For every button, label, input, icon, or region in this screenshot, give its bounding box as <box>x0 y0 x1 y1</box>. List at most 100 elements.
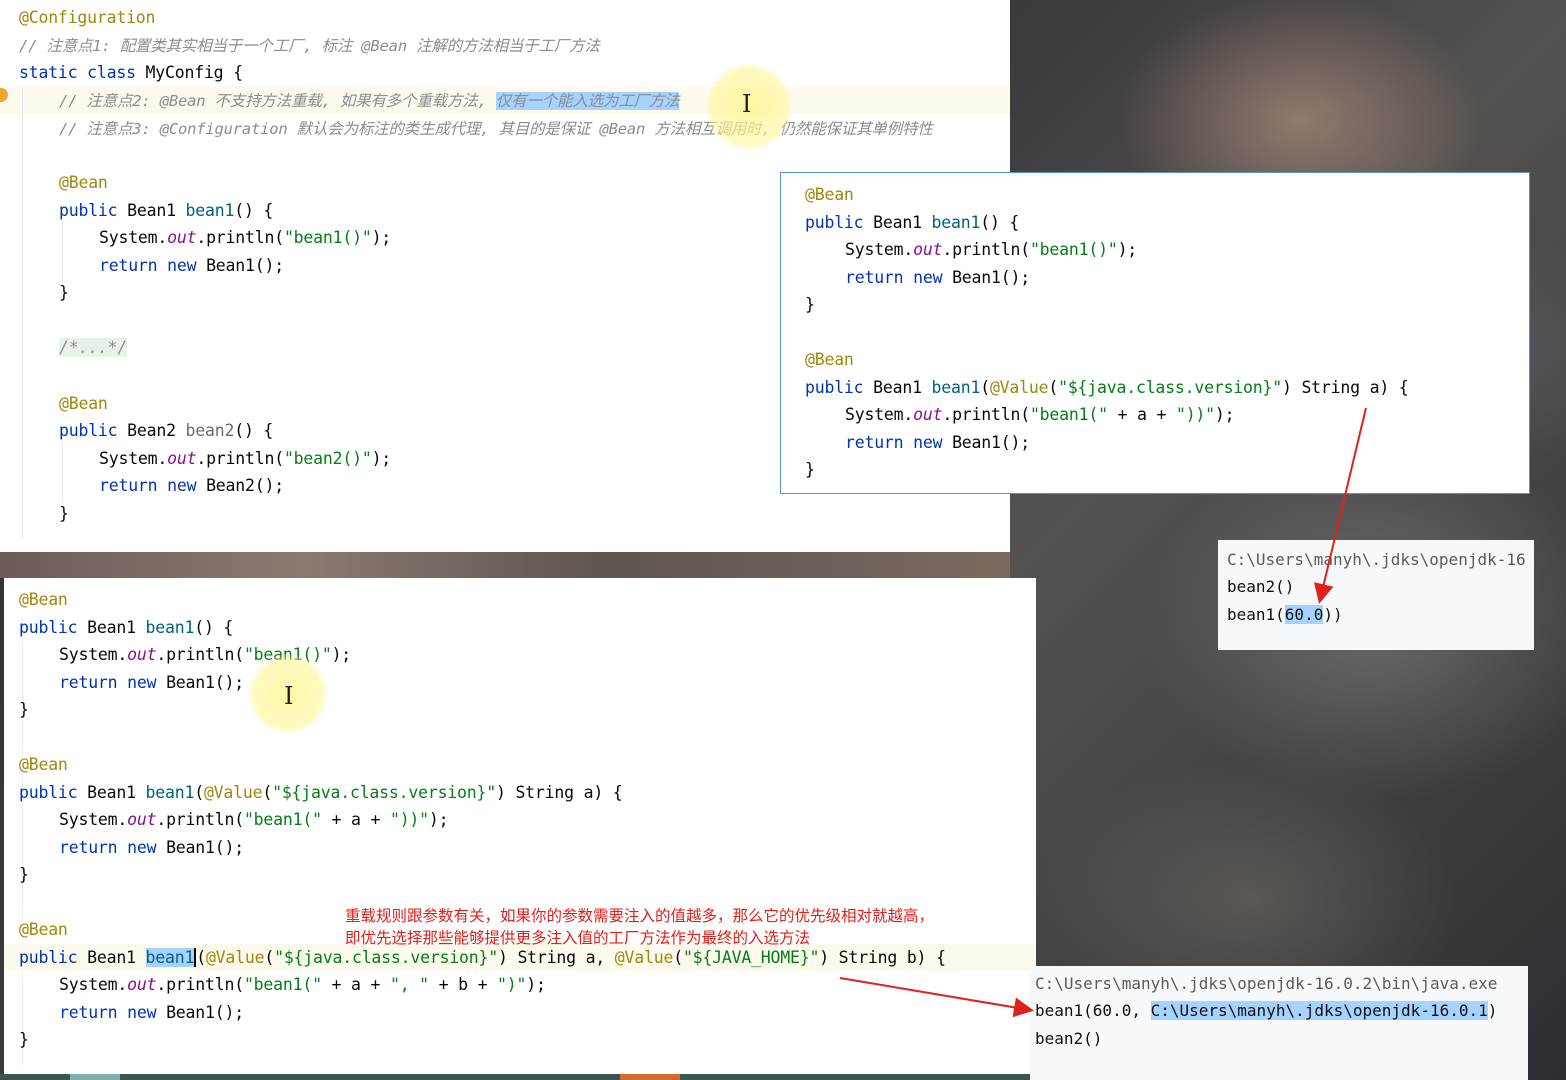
keyword: return <box>99 476 158 495</box>
static-field: out <box>127 645 157 664</box>
annotation-note-line1: 重载规则跟参数有关，如果你的参数需要注入的值越多，那么它的优先级相对就越高， <box>345 907 935 925</box>
code-line: System.out.println("bean1(" + a + "))"); <box>845 405 1235 425</box>
console-text: bean1( <box>1227 605 1285 624</box>
annotation: @Bean <box>59 394 108 413</box>
console-text: bean1(60.0, <box>1035 1001 1151 1020</box>
code: System. <box>59 645 128 664</box>
code-line: System.out.println("bean1(" + a + "))"); <box>59 810 449 830</box>
keyword: return <box>59 838 118 857</box>
code-line: @Bean <box>59 394 108 414</box>
punct: ( <box>264 948 275 967</box>
code-comment: // 注意点3: @Configuration 默认会为标注的类生成代理, 其目… <box>59 120 933 138</box>
bottom-code-editor[interactable]: @Bean public Bean1 bean1() { System.out.… <box>4 578 1036 1074</box>
method-name: bean1 <box>931 213 981 232</box>
code-line: return new Bean2(); <box>99 476 284 496</box>
code: + a + <box>321 975 390 994</box>
console-line: bean1(60.0, C:\Users\manyh\.jdks\openjdk… <box>1035 1001 1497 1021</box>
code: ); <box>1117 240 1138 259</box>
code-line: public Bean2 bean2() { <box>59 421 273 441</box>
code: ) String a) { <box>1281 378 1409 397</box>
code: .println( <box>156 810 244 829</box>
keyword: public <box>19 618 78 637</box>
annotation: @Value <box>614 948 674 967</box>
code: ) String a) { <box>495 783 623 802</box>
punct: () { <box>234 201 274 220</box>
code-line: System.out.println("bean1()"); <box>845 240 1137 260</box>
keyword: new <box>127 673 157 692</box>
code: Bean1(); <box>196 256 284 275</box>
console-text: )) <box>1323 605 1343 624</box>
annotation: @Bean <box>805 350 854 369</box>
code: Bean1(); <box>942 268 1030 287</box>
code-line: @Bean <box>805 350 854 370</box>
code: + a + <box>321 810 390 829</box>
string-literal: "${java.class.version}" <box>272 783 496 802</box>
code-line: } <box>59 504 69 523</box>
method-name: bean1 <box>185 201 235 220</box>
selected-text: 仅有一个能入选为工厂方法 <box>495 92 680 110</box>
code-line: static class MyConfig { <box>19 63 243 83</box>
punct: () { <box>980 213 1020 232</box>
punct: ( <box>673 948 683 967</box>
code: .println( <box>196 228 284 247</box>
keyword: return <box>59 1003 118 1022</box>
punct: ( <box>196 948 206 967</box>
string-literal: "${JAVA_HOME}" <box>682 948 820 967</box>
indent-guide <box>22 88 23 538</box>
string-literal: "))" <box>1175 405 1215 424</box>
type: Bean1 <box>863 213 932 232</box>
code-comment: // 注意点2: @Bean 不支持方法重载, 如果有多个重载方法, 仅有一个能… <box>59 91 680 111</box>
right-code-editor[interactable]: @Bean public Bean1 bean1() { System.out.… <box>780 172 1530 494</box>
keyword: new <box>127 1003 157 1022</box>
code-line: } <box>19 1030 29 1049</box>
string-literal: "bean1(" <box>243 975 322 994</box>
code: Bean2(); <box>196 476 284 495</box>
console-line: bean1(60.0)) <box>1227 605 1343 625</box>
method-name: bean1 <box>145 618 195 637</box>
code: ) String a, <box>497 948 615 967</box>
keyword: return <box>845 268 904 287</box>
code: System. <box>845 405 914 424</box>
keyword: public <box>59 201 118 220</box>
code-line: System.out.println("bean1()"); <box>99 228 391 248</box>
code-line: } <box>805 460 815 479</box>
static-field: out <box>167 449 197 468</box>
code: ); <box>371 449 392 468</box>
punct: ( <box>262 783 273 802</box>
code: Bean1(); <box>156 673 244 692</box>
console-output-1[interactable]: C:\Users\manyh\.jdks\openjdk-16 bean2() … <box>1218 540 1534 650</box>
code: ); <box>1214 405 1235 424</box>
code-line: @Configuration <box>19 8 155 28</box>
code-comment: // 注意点1: 配置类其实相当于一个工厂, 标注 @Bean 注解的方法相当于… <box>19 37 600 55</box>
code: .println( <box>156 645 244 664</box>
console-output-2[interactable]: C:\Users\manyh\.jdks\openjdk-16.0.2\bin\… <box>1030 966 1528 1080</box>
static-field: out <box>913 240 943 259</box>
comment-text: // 注意点2: @Bean 不支持方法重载, 如果有多个重载方法, <box>59 92 496 110</box>
code: ); <box>526 975 546 994</box>
annotation-note-line2: 即优先选择那些能够提供更多注入值的工厂方法作为最终的入选方法 <box>345 929 811 947</box>
annotation: @Bean <box>805 185 854 204</box>
code: System. <box>845 240 914 259</box>
code-line: System.out.println("bean1(" + a + ", " +… <box>59 975 546 995</box>
code-line: return new Bean1(); <box>59 673 244 693</box>
keyword: new <box>127 838 157 857</box>
code-line: return new Bean1(); <box>59 838 244 858</box>
class-declaration: MyConfig { <box>135 63 244 82</box>
code-line: @Bean <box>19 590 68 610</box>
code-line: return new Bean1(); <box>845 433 1030 453</box>
method-name: bean1 <box>145 948 197 967</box>
code-line: public Bean1 bean1() { <box>59 201 273 221</box>
type: Bean1 <box>77 618 146 637</box>
keyword: public <box>805 378 864 397</box>
folded-block[interactable]: /*...*/ <box>59 338 127 357</box>
indent-guide <box>62 222 63 282</box>
code: Bean1(); <box>156 838 244 857</box>
code: System. <box>99 449 168 468</box>
static-field: out <box>167 228 197 247</box>
punct: ( <box>980 378 990 397</box>
keyword: public <box>19 948 78 967</box>
code-line: public Bean1 bean1() { <box>19 618 233 638</box>
code-line: public Bean1 bean1(@Value("${java.class.… <box>19 948 946 968</box>
console-path: C:\Users\manyh\.jdks\openjdk-16 <box>1227 550 1526 569</box>
string-literal: "${java.class.version}" <box>1058 378 1282 397</box>
